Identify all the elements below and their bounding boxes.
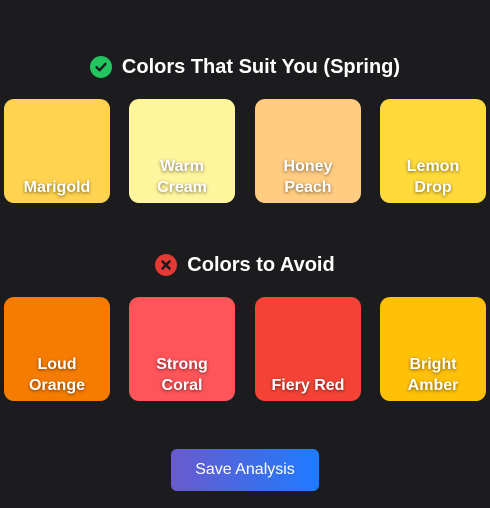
suit-swatch-grid: Marigold Warm Cream Honey Peach Lemon Dr…: [4, 99, 486, 203]
swatch-lemon-drop[interactable]: Lemon Drop: [380, 99, 486, 203]
swatch-strong-coral[interactable]: Strong Coral: [129, 297, 235, 401]
check-circle-icon: [89, 56, 112, 78]
avoid-section-title: Colors to Avoid: [187, 253, 335, 276]
swatch-label: Warm Cream: [157, 158, 207, 196]
swatch-label: Strong Coral: [156, 356, 208, 394]
swatch-label: Fiery Red: [271, 377, 345, 394]
swatch-label: Lemon Drop: [406, 158, 460, 196]
suit-section-title: Colors That Suit You (Spring): [121, 55, 401, 78]
swatch-warm-cream[interactable]: Warm Cream: [129, 99, 235, 203]
avoid-swatch-grid: Loud Orange Strong Coral Fiery Red Brigh…: [4, 297, 486, 401]
swatch-marigold[interactable]: Marigold: [4, 99, 110, 203]
swatch-label: Loud Orange: [28, 356, 85, 394]
swatch-bright-amber[interactable]: Bright Amber: [380, 297, 486, 401]
x-circle-icon: [155, 254, 178, 276]
swatch-label: Marigold: [23, 179, 91, 196]
swatch-loud-orange[interactable]: Loud Orange: [4, 297, 110, 401]
swatch-label: Honey Peach: [283, 158, 333, 196]
swatch-fiery-red[interactable]: Fiery Red: [255, 297, 361, 401]
swatch-label: Bright Amber: [407, 356, 459, 394]
suit-section-heading: Colors That Suit You (Spring): [0, 53, 490, 81]
color-analysis-page: Colors That Suit You (Spring) Marigold W…: [0, 0, 490, 508]
save-analysis-button[interactable]: Save Analysis: [171, 449, 319, 491]
swatch-honey-peach[interactable]: Honey Peach: [255, 99, 361, 203]
avoid-section-heading: Colors to Avoid: [0, 251, 490, 279]
